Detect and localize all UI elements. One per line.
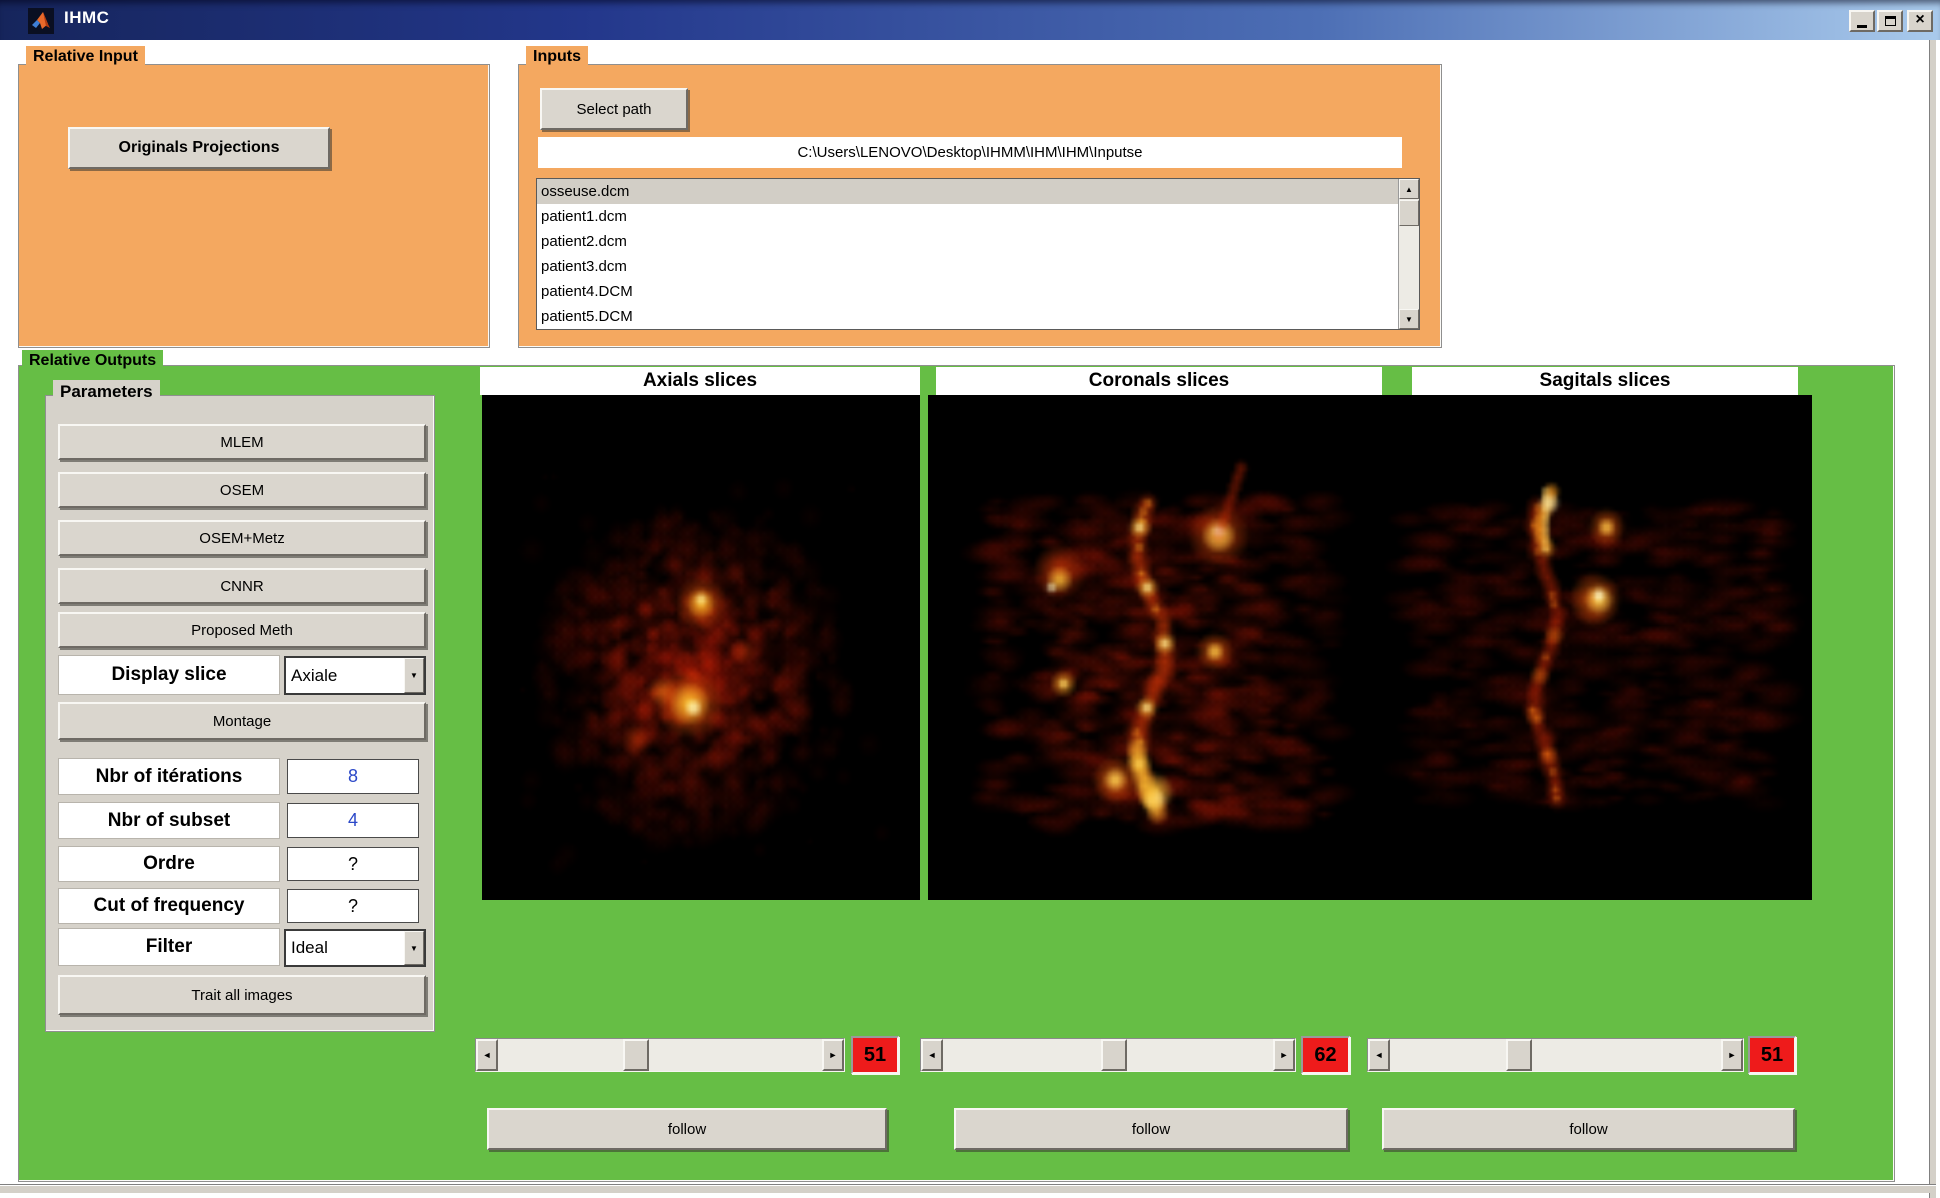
coronal-title-strip: Coronals slices: [936, 367, 1382, 395]
ordre-field[interactable]: ?: [287, 847, 419, 881]
axial-title-strip: Axials slices: [480, 367, 920, 395]
close-icon: ×: [1915, 12, 1924, 28]
file-item[interactable]: patient3.dcm: [537, 254, 1419, 279]
file-item[interactable]: patient1.dcm: [537, 204, 1419, 229]
coronal-follow-button[interactable]: follow: [954, 1108, 1348, 1150]
iterations-value: 8: [348, 766, 358, 787]
cutoff-label: Cut of frequency: [58, 888, 280, 924]
coronal-slider[interactable]: ◄ ►: [920, 1038, 1296, 1072]
app-icon: [28, 8, 54, 34]
app-window: IHMC × Relative Input Originals Projecti…: [0, 0, 1940, 1198]
file-item[interactable]: patient4.DCM: [537, 279, 1419, 304]
relative-outputs-label: Relative Outputs: [22, 350, 163, 372]
select-path-button[interactable]: Select path: [540, 88, 688, 130]
close-button[interactable]: ×: [1907, 10, 1933, 32]
cutoff-value: ?: [348, 896, 358, 917]
sagittal-title: Sagitals slices: [1540, 370, 1671, 392]
slider-left-icon[interactable]: ◄: [476, 1039, 498, 1071]
scroll-down-icon[interactable]: ▼: [1399, 309, 1419, 329]
display-slice-dropdown[interactable]: Axiale ▼: [284, 656, 426, 695]
axial-slider[interactable]: ◄ ►: [475, 1038, 845, 1072]
coronal-title: Coronals slices: [1089, 370, 1229, 392]
iterations-label: Nbr of itérations: [58, 758, 280, 795]
file-item[interactable]: osseuse.dcm: [537, 179, 1419, 204]
file-item[interactable]: patient5.DCM: [537, 304, 1419, 329]
originals-projections-button[interactable]: Originals Projections: [68, 127, 330, 169]
file-item[interactable]: patient2.dcm: [537, 229, 1419, 254]
inputs-label: Inputs: [526, 46, 588, 68]
coronal-slice-number: 62: [1301, 1036, 1350, 1074]
osem-button[interactable]: OSEM: [58, 472, 426, 508]
display-slice-value: Axiale: [286, 666, 404, 686]
file-list-scrollbar[interactable]: ▲ ▼: [1398, 179, 1419, 329]
maximize-button[interactable]: [1877, 10, 1903, 32]
ordre-value: ?: [348, 854, 358, 875]
coronal-slice-image: [928, 395, 1382, 900]
scrollbar-thumb[interactable]: [1399, 200, 1419, 226]
sagittal-title-strip: Sagitals slices: [1412, 367, 1798, 395]
sagittal-follow-button[interactable]: follow: [1382, 1108, 1795, 1150]
filter-label: Filter: [58, 928, 280, 966]
axial-slider-thumb[interactable]: [623, 1039, 649, 1071]
relative-input-panel: [18, 64, 490, 348]
trait-all-images-button[interactable]: Trait all images: [58, 975, 426, 1015]
slider-right-icon[interactable]: ►: [1273, 1039, 1295, 1071]
mlem-button[interactable]: MLEM: [58, 424, 426, 460]
cnnr-button[interactable]: CNNR: [58, 568, 426, 604]
ordre-label: Ordre: [58, 846, 280, 882]
slider-left-icon[interactable]: ◄: [921, 1039, 943, 1071]
chevron-down-icon[interactable]: ▼: [404, 658, 424, 693]
relative-input-label: Relative Input: [26, 46, 145, 68]
slider-right-icon[interactable]: ►: [822, 1039, 844, 1071]
slider-left-icon[interactable]: ◄: [1368, 1039, 1390, 1071]
parameters-label: Parameters: [53, 380, 160, 404]
cutoff-field[interactable]: ?: [287, 889, 419, 923]
coronal-slider-thumb[interactable]: [1101, 1039, 1127, 1071]
filter-value: Ideal: [286, 938, 404, 958]
sagittal-slider[interactable]: ◄ ►: [1367, 1038, 1744, 1072]
path-display: C:\Users\LENOVO\Desktop\IHMM\IHM\IHM\Inp…: [538, 137, 1402, 168]
axial-title: Axials slices: [643, 370, 757, 392]
osem-metz-button[interactable]: OSEM+Metz: [58, 520, 426, 556]
scroll-up-icon[interactable]: ▲: [1399, 179, 1419, 199]
minimize-icon: [1857, 25, 1867, 28]
subset-field[interactable]: 4: [287, 803, 419, 838]
sagittal-slice-image: [1378, 395, 1812, 900]
filter-dropdown[interactable]: Ideal ▼: [284, 929, 426, 967]
maximize-icon: [1885, 16, 1896, 26]
iterations-field[interactable]: 8: [287, 759, 419, 794]
minimize-button[interactable]: [1849, 10, 1875, 32]
display-slice-label: Display slice: [58, 655, 280, 695]
sagittal-slice-number: 51: [1748, 1036, 1796, 1074]
window-border-bottom: [0, 1184, 1936, 1193]
file-listbox[interactable]: osseuse.dcmpatient1.dcmpatient2.dcmpatie…: [536, 178, 1420, 330]
montage-button[interactable]: Montage: [58, 702, 426, 740]
sagittal-slider-thumb[interactable]: [1506, 1039, 1532, 1071]
window-title: IHMC: [64, 8, 109, 28]
chevron-down-icon[interactable]: ▼: [404, 931, 424, 965]
axial-slice-image: [482, 395, 920, 900]
window-border-right: [1929, 40, 1936, 1198]
axial-slice-number: 51: [851, 1036, 899, 1074]
subset-value: 4: [348, 810, 358, 831]
proposed-meth-button[interactable]: Proposed Meth: [58, 612, 426, 648]
title-bar: IHMC ×: [0, 0, 1940, 40]
axial-follow-button[interactable]: follow: [487, 1108, 887, 1150]
subset-label: Nbr of subset: [58, 802, 280, 839]
slider-right-icon[interactable]: ►: [1721, 1039, 1743, 1071]
file-items: osseuse.dcmpatient1.dcmpatient2.dcmpatie…: [537, 179, 1419, 329]
